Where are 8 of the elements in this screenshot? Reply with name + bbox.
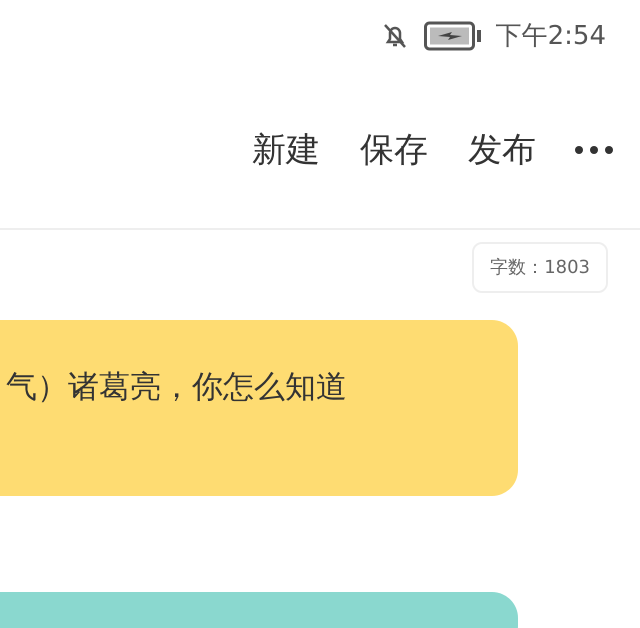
status-time: 下午2:54 — [496, 20, 606, 52]
word-count: 字数：1803 — [472, 242, 608, 293]
toolbar-button[interactable]: 保存 — [340, 124, 448, 176]
more-icon[interactable] — [574, 145, 614, 155]
battery-charging-icon — [424, 21, 482, 51]
toolbar-button[interactable]: 发布 — [448, 124, 556, 176]
message-card: 气）诸葛亮，你怎么知道 — [0, 320, 518, 496]
toolbar-button[interactable]: 新建 — [232, 124, 340, 176]
